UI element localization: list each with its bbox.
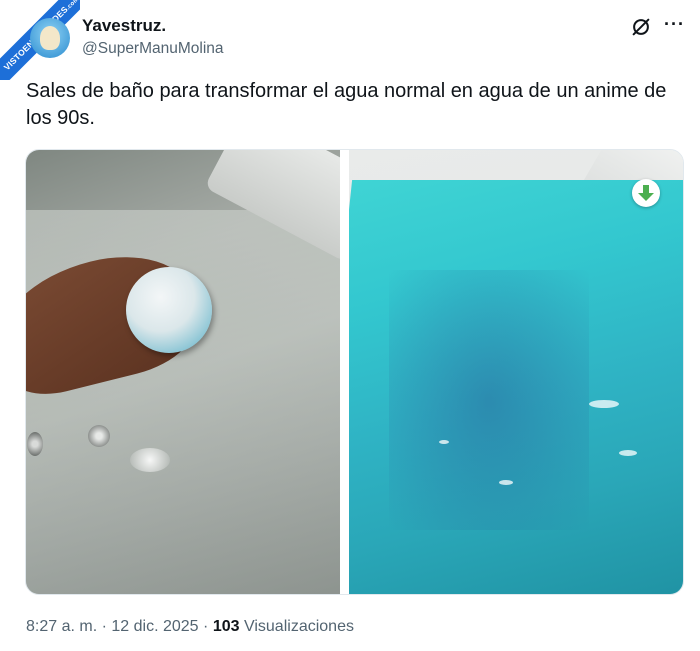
bathtub-blue-water-photo[interactable]: [349, 150, 683, 594]
meta-separator: ·: [203, 618, 209, 635]
water-glint: [619, 450, 637, 456]
ostrich-avatar-icon: [40, 26, 60, 50]
avatar[interactable]: [30, 18, 70, 58]
media-grid[interactable]: [25, 149, 684, 595]
author-handle[interactable]: @SuperManuMolina: [82, 40, 224, 58]
meta-separator: ·: [101, 618, 107, 635]
download-arrow-icon[interactable]: [632, 179, 660, 207]
tweet-time[interactable]: 8:27 a. m.: [26, 618, 97, 635]
water-glint: [499, 480, 513, 485]
water-glint: [589, 400, 619, 408]
water-sparkle: [130, 448, 170, 472]
views-count: 103: [212, 618, 240, 635]
views-label: Visualizaciones: [243, 618, 354, 635]
more-options-icon[interactable]: ···: [664, 14, 685, 35]
tub-drain: [88, 425, 110, 447]
tweet-date[interactable]: 12 dic. 2025: [111, 618, 198, 635]
bath-bomb: [126, 267, 212, 353]
tweet-meta: 8:27 a. m. · 12 dic. 2025 · 103 Visualiz…: [26, 618, 354, 636]
tub-jet: [27, 432, 43, 456]
blue-water-shade: [389, 270, 589, 530]
water-glint: [439, 440, 449, 444]
bathtub-clear-water-photo[interactable]: [26, 150, 340, 594]
author-name[interactable]: Yavestruz.: [82, 16, 166, 36]
grok-icon[interactable]: [630, 16, 652, 38]
tweet-text: Sales de baño para transformar el agua n…: [26, 80, 667, 129]
watermark-line2: .com: [65, 0, 80, 12]
